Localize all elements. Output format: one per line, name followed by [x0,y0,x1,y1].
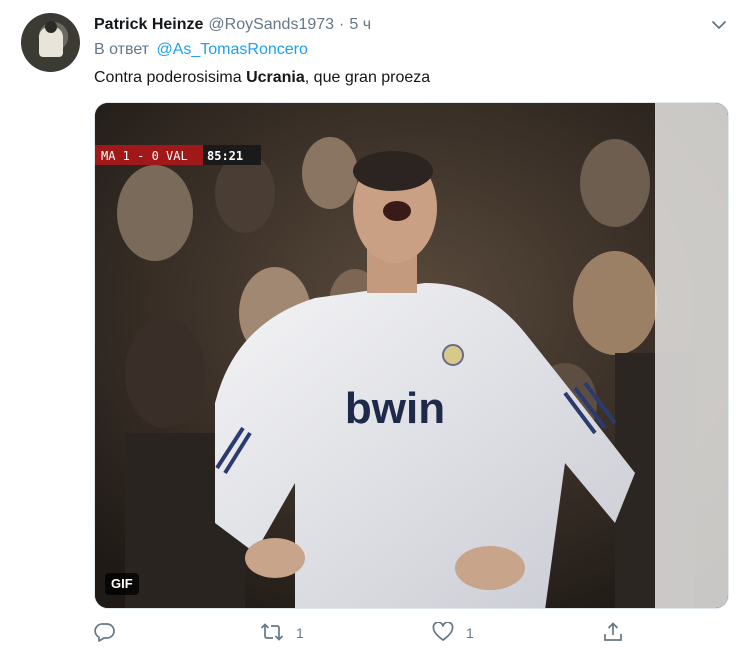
author-name[interactable]: Patrick Heinze [94,16,203,34]
heart-icon [432,620,454,645]
author-handle[interactable]: @RoySands1973 [208,16,334,34]
reply-button[interactable] [94,620,128,646]
share-button[interactable] [602,620,624,646]
reply-context: В ответ @As_TomasRoncero [94,41,308,59]
like-count: 1 [466,625,474,641]
tweet[interactable]: Patrick Heinze @RoySands1973 · 5 ч В отв… [0,0,749,652]
avatar-head [45,21,57,33]
gif-badge: GIF [105,573,139,595]
sponsor-text: bwin [345,384,445,433]
chevron-down-icon[interactable] [708,16,730,34]
tweet-text: Contra poderosisima Ucrania, que gran pr… [94,69,430,87]
retweet-count: 1 [296,625,304,641]
separator: · [339,16,345,33]
retweet-button[interactable]: 1 [260,620,304,646]
tweet-text-start: Contra poderosisima [94,69,247,86]
like-button[interactable]: 1 [432,620,474,646]
scoreboard-score: MA 1 - 0 VAL [101,149,188,163]
tweet-text-bold: Ucrania [246,69,305,86]
timestamp[interactable]: 5 ч [349,16,371,34]
gif-frame: bwin MA 1 - 0 VAL 85:21 [95,103,728,608]
avatar[interactable] [21,13,80,72]
comment-icon [94,622,116,645]
tweet-text-end: , que gran proeza [304,69,431,86]
retweet-icon [260,622,284,644]
action-bar: 1 1 [94,620,634,646]
gif-media[interactable]: bwin MA 1 - 0 VAL 85:21 GIF [94,102,729,609]
share-icon [602,621,624,645]
scoreboard-clock: 85:21 [207,149,243,163]
reply-prefix: В ответ [94,41,150,58]
tweet-header: Patrick Heinze @RoySands1973 · 5 ч [94,14,371,36]
reply-to-link[interactable]: @As_TomasRoncero [156,41,307,58]
